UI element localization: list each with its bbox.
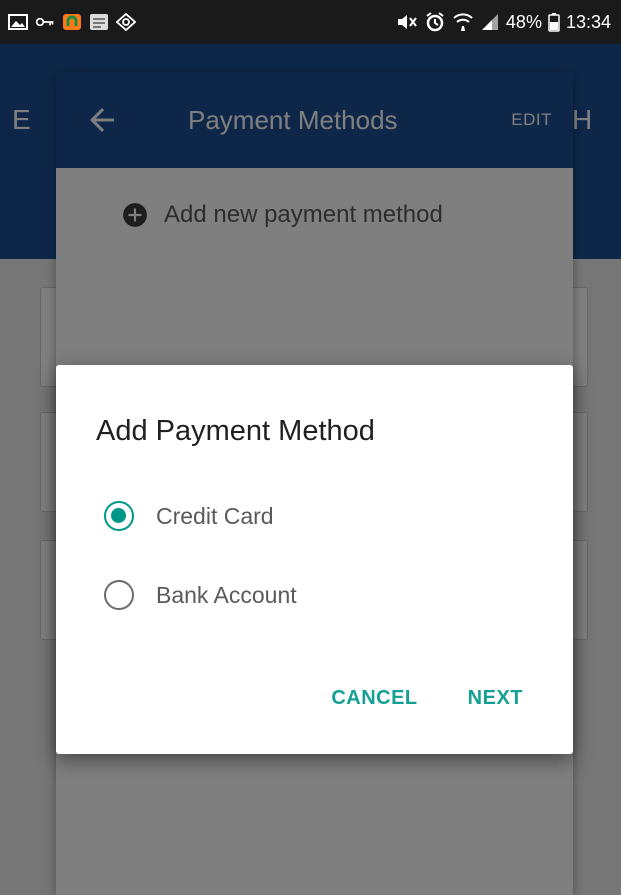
battery-icon [548, 13, 560, 32]
radio-bank-account-icon[interactable] [104, 580, 134, 610]
next-button[interactable]: NEXT [468, 678, 523, 718]
alarm-icon [426, 12, 444, 32]
status-bar-notification-icons [8, 10, 136, 34]
key-icon [35, 17, 54, 27]
dialog-actions: CANCEL NEXT [331, 678, 573, 718]
gallery-icon [8, 14, 28, 30]
android-icon [116, 13, 136, 31]
message-icon [90, 14, 108, 30]
vpn-icon [63, 14, 81, 30]
option-bank-account[interactable]: Bank Account [104, 578, 297, 612]
status-bar-system-icons: 48% 13:34 [396, 10, 611, 34]
mute-icon [397, 15, 417, 29]
battery-percent: 48% [505, 11, 542, 32]
radio-credit-card-icon[interactable] [104, 501, 134, 531]
option-credit-card-label: Credit Card [156, 502, 274, 529]
option-bank-account-label: Bank Account [156, 581, 297, 608]
clock-time: 13:34 [565, 11, 611, 32]
status-bar: 48% 13:34 [0, 0, 621, 44]
dialog-title: Add Payment Method [96, 415, 375, 447]
cancel-button[interactable]: CANCEL [331, 678, 417, 718]
add-payment-method-dialog: Add Payment Method Credit Card Bank Acco… [56, 365, 573, 754]
option-credit-card[interactable]: Credit Card [104, 499, 274, 533]
wifi-calling-icon [453, 13, 473, 31]
signal-icon [481, 14, 498, 30]
